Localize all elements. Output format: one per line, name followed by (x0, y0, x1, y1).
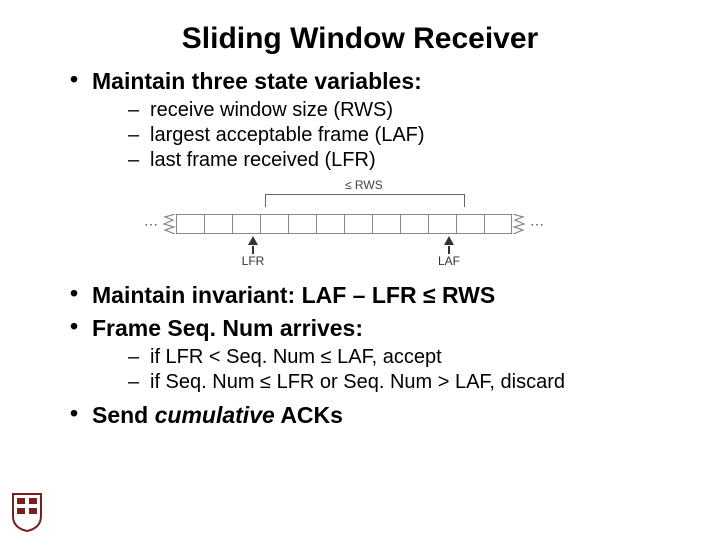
frame-cell (176, 214, 204, 234)
frame-cell (484, 214, 512, 234)
ellipsis-left: ⋯ (140, 216, 162, 233)
rws-bracket-label: ≤ RWS (345, 178, 383, 192)
frame-cell (316, 214, 344, 234)
sub-text: largest acceptable frame (LAF) (150, 124, 425, 146)
page-title: Sliding Window Receiver (40, 22, 680, 56)
frame-cell (372, 214, 400, 234)
ellipsis-right: ⋯ (526, 216, 548, 233)
bullet-invariant: Maintain invariant: LAF – LFR ≤ RWS (70, 282, 680, 309)
sub-bullet: largest acceptable frame (LAF) (128, 124, 680, 147)
frame-cell (428, 214, 456, 234)
sub-text: if LFR < Seq. Num ≤ LAF, accept (150, 346, 442, 368)
sub-text: if Seq. Num ≤ LFR or Seq. Num > LAF, dis… (150, 371, 565, 393)
university-crest-icon (10, 490, 44, 532)
frame-cell (232, 214, 260, 234)
sliding-window-diagram: ≤ RWS ⋯ ⋯ LFR (140, 180, 580, 272)
frame-cell (344, 214, 372, 234)
laf-pointer: LAF (437, 236, 461, 268)
bullet-frame-arrives: Frame Seq. Num arrives: if LFR < Seq. Nu… (70, 315, 680, 394)
bullet-send-acks: Send cumulative ACKs (70, 402, 680, 429)
bullet-list: Maintain three state variables: receive … (70, 68, 680, 172)
bullet-list-lower: Maintain invariant: LAF – LFR ≤ RWS Fram… (70, 282, 680, 429)
torn-edge-right (512, 214, 526, 234)
slide: Sliding Window Receiver Maintain three s… (0, 0, 720, 540)
sub-text: receive window size (RWS) (150, 99, 393, 121)
bullet-text: Maintain three state variables: (92, 68, 422, 94)
sub-bullet: last frame received (LFR) (128, 149, 680, 172)
arrow-up-icon (444, 236, 454, 245)
pointer-stem (252, 246, 254, 254)
rws-bracket (265, 194, 465, 207)
sub-bullet: receive window size (RWS) (128, 99, 680, 122)
bullet-post: ACKs (275, 402, 343, 428)
sub-list-frame: if LFR < Seq. Num ≤ LAF, accept if Seq. … (128, 346, 680, 394)
pointer-stem (448, 246, 450, 254)
frame-cell (288, 214, 316, 234)
sub-bullet: if Seq. Num ≤ LFR or Seq. Num > LAF, dis… (128, 371, 680, 394)
lfr-pointer: LFR (241, 236, 265, 268)
bullet-pre: Send (92, 402, 155, 428)
sub-text: last frame received (LFR) (150, 149, 376, 171)
bullet-state-vars: Maintain three state variables: receive … (70, 68, 680, 172)
sub-list-state-vars: receive window size (RWS) largest accept… (128, 99, 680, 172)
bullet-em: cumulative (155, 402, 275, 428)
torn-edge-left (162, 214, 176, 234)
frame-cell (204, 214, 232, 234)
arrow-up-icon (248, 236, 258, 245)
sub-bullet: if LFR < Seq. Num ≤ LAF, accept (128, 346, 680, 369)
pointer-label: LAF (437, 254, 461, 268)
segment-row: ⋯ ⋯ (140, 214, 580, 234)
frame-cell (400, 214, 428, 234)
frame-cell (456, 214, 484, 234)
pointer-label: LFR (241, 254, 265, 268)
frame-cell (260, 214, 288, 234)
bullet-text: Frame Seq. Num arrives: (92, 315, 363, 341)
bullet-text: Maintain invariant: LAF – LFR ≤ RWS (92, 282, 495, 308)
